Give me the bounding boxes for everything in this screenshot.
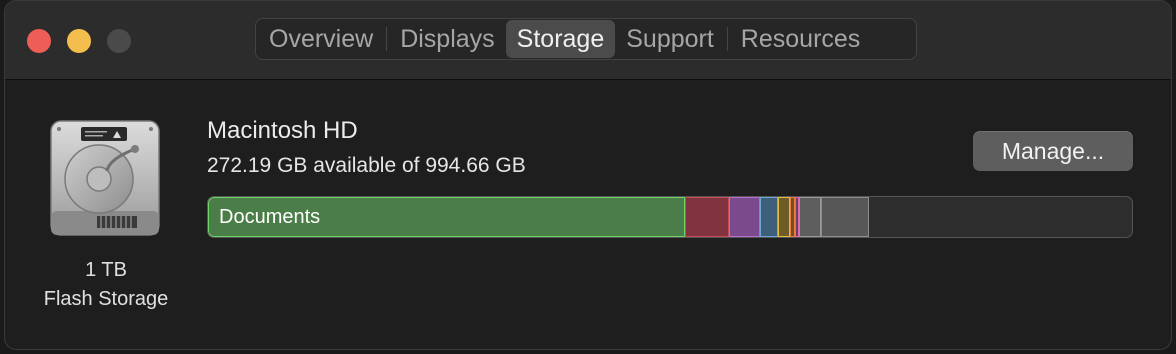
tab-support[interactable]: Support <box>615 20 725 58</box>
storage-segment-documents[interactable]: Documents <box>208 197 685 237</box>
about-this-mac-window: Overview Displays Storage Support Resour… <box>4 0 1172 350</box>
disk-type-label: Flash Storage <box>43 288 169 310</box>
storage-segment-label: Documents <box>219 206 321 228</box>
title-bar: Overview Displays Storage Support Resour… <box>5 1 1171 80</box>
storage-segment-light-gray[interactable] <box>799 197 821 237</box>
close-window-button[interactable] <box>27 29 51 53</box>
tab-overview[interactable]: Overview <box>258 20 384 58</box>
tab-displays[interactable]: Displays <box>389 20 505 58</box>
storage-segment-gray[interactable] <box>821 197 869 237</box>
disk-capacity-label: 1 TB <box>85 259 127 281</box>
tab-resources[interactable]: Resources <box>730 20 872 58</box>
manage-button[interactable]: Manage... <box>973 131 1133 171</box>
minimize-window-button[interactable] <box>67 29 91 53</box>
zoom-window-button[interactable] <box>107 29 131 53</box>
volume-available-text: 272.19 GB available of 994.66 GB <box>207 154 526 177</box>
tab-separator <box>386 27 388 51</box>
hard-drive-icon <box>49 119 161 239</box>
storage-usage-bar: Documents <box>207 196 1133 238</box>
volume-name: Macintosh HD <box>207 117 358 144</box>
storage-segment-yellow[interactable] <box>778 197 790 237</box>
storage-segment-purple[interactable] <box>729 197 760 237</box>
tab-separator <box>726 27 728 51</box>
storage-segment-red[interactable] <box>685 197 729 237</box>
storage-segment-blue[interactable] <box>760 197 778 237</box>
tab-bar: Overview Displays Storage Support Resour… <box>255 18 917 60</box>
tab-storage[interactable]: Storage <box>505 20 616 58</box>
